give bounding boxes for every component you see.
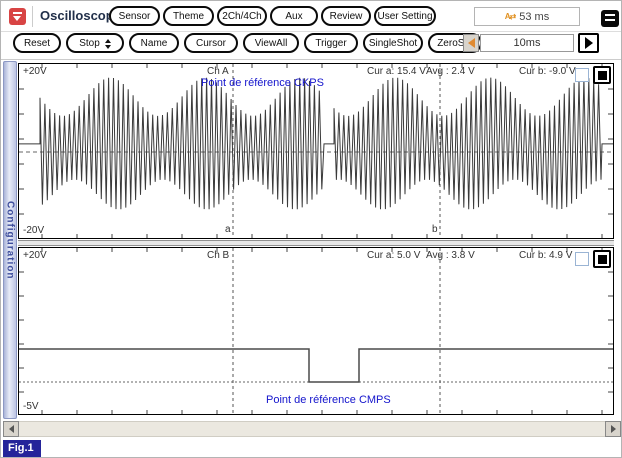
chb-cursor-a-value: Cur a: 5.0 V xyxy=(367,250,420,261)
channel-b-pane: +20V -5V Ch B Cur a: 5.0 V Avg : 3.8 V C… xyxy=(18,247,614,415)
left-arrow-icon xyxy=(9,425,14,433)
cha-bottom-scale-label: -20V xyxy=(23,225,44,236)
name-button[interactable]: Name xyxy=(129,33,179,53)
configuration-sidebar-label: Configuration xyxy=(5,201,16,280)
chb-cursor-b-value: Cur b: 4.9 V xyxy=(519,250,572,261)
cha-checkbox[interactable] xyxy=(575,68,589,82)
toolbar-second: Reset Stop Name Cursor ViewAll Trigger S… xyxy=(13,33,482,53)
stop-button-label: Stop xyxy=(79,38,100,49)
cursor-button[interactable]: Cursor xyxy=(184,33,238,53)
scroll-left-button[interactable] xyxy=(3,421,19,437)
title-separator xyxy=(32,6,33,27)
measured-time-value: 53 ms xyxy=(519,11,549,23)
cha-avg-value: Avg : 2.4 V xyxy=(426,66,475,77)
measured-time-display: A⇄ 53 ms xyxy=(474,7,580,26)
pane-separator xyxy=(18,240,614,246)
horizontal-scrollbar[interactable] xyxy=(3,421,621,437)
chb-top-scale-label: +20V xyxy=(23,250,47,261)
timebase-value[interactable]: 10ms xyxy=(480,34,574,52)
aux-button[interactable]: Aux xyxy=(270,6,318,26)
2ch4ch-button[interactable]: 2Ch/4Ch xyxy=(217,6,267,26)
cha-cursor-b-value: Cur b: -9.0 V xyxy=(519,66,576,77)
stop-button[interactable]: Stop xyxy=(66,33,124,53)
chb-reference-label: Point de référence CMPS xyxy=(266,394,391,406)
channel-a-plot xyxy=(19,64,613,238)
singleshot-button[interactable]: SingleShot xyxy=(363,33,423,53)
user-setting-button[interactable]: User Setting xyxy=(374,6,436,26)
cursor-b-label[interactable]: b xyxy=(432,224,438,235)
trigger-button[interactable]: Trigger xyxy=(304,33,358,53)
reset-button[interactable]: Reset xyxy=(13,33,61,53)
cursor-a-label[interactable]: a xyxy=(225,224,231,235)
stop-spinner-icon[interactable] xyxy=(105,39,111,49)
left-arrow-icon xyxy=(468,38,475,48)
review-button[interactable]: Review xyxy=(321,6,371,26)
main-divider xyxy=(1,59,622,60)
ab-measure-icon: A⇄ xyxy=(505,12,515,21)
app-dropdown-icon[interactable] xyxy=(9,8,26,25)
chb-bottom-scale-label: -5V xyxy=(23,401,39,412)
configuration-sidebar[interactable]: Configuration xyxy=(3,61,17,419)
viewall-button[interactable]: ViewAll xyxy=(243,33,299,53)
menu-icon[interactable] xyxy=(601,10,619,27)
scroll-right-button[interactable] xyxy=(605,421,621,437)
right-arrow-icon xyxy=(611,425,616,433)
chb-checkbox[interactable] xyxy=(575,252,589,266)
channel-b-plot xyxy=(19,248,613,414)
cha-cursor-a-value: Cur a: 15.4 V xyxy=(367,66,426,77)
right-arrow-icon xyxy=(585,37,593,49)
chb-avg-value: Avg : 3.8 V xyxy=(426,250,475,261)
sensor-button[interactable]: Sensor xyxy=(109,6,160,26)
timebase-prev-button[interactable] xyxy=(463,34,479,52)
chb-display-toggle-button[interactable] xyxy=(593,250,611,268)
oscilloscope-window: Oscilloscope Sensor Theme 2Ch/4Ch Aux Re… xyxy=(0,0,622,458)
cha-reference-label: Point de référence CKPS xyxy=(201,77,324,89)
cha-name-label: Ch A xyxy=(207,66,229,77)
theme-button[interactable]: Theme xyxy=(163,6,214,26)
timebase-next-button[interactable] xyxy=(578,33,599,53)
toolbar-divider xyxy=(1,31,622,32)
figure-label: Fig.1 xyxy=(3,440,41,457)
channel-a-pane: +20V -20V Ch A Cur a: 15.4 V Avg : 2.4 V… xyxy=(18,63,614,239)
chb-name-label: Ch B xyxy=(207,250,229,261)
cha-display-toggle-button[interactable] xyxy=(593,66,611,84)
cha-top-scale-label: +20V xyxy=(23,66,47,77)
toolbar-top: Sensor Theme 2Ch/4Ch Aux Review User Set… xyxy=(109,6,436,26)
